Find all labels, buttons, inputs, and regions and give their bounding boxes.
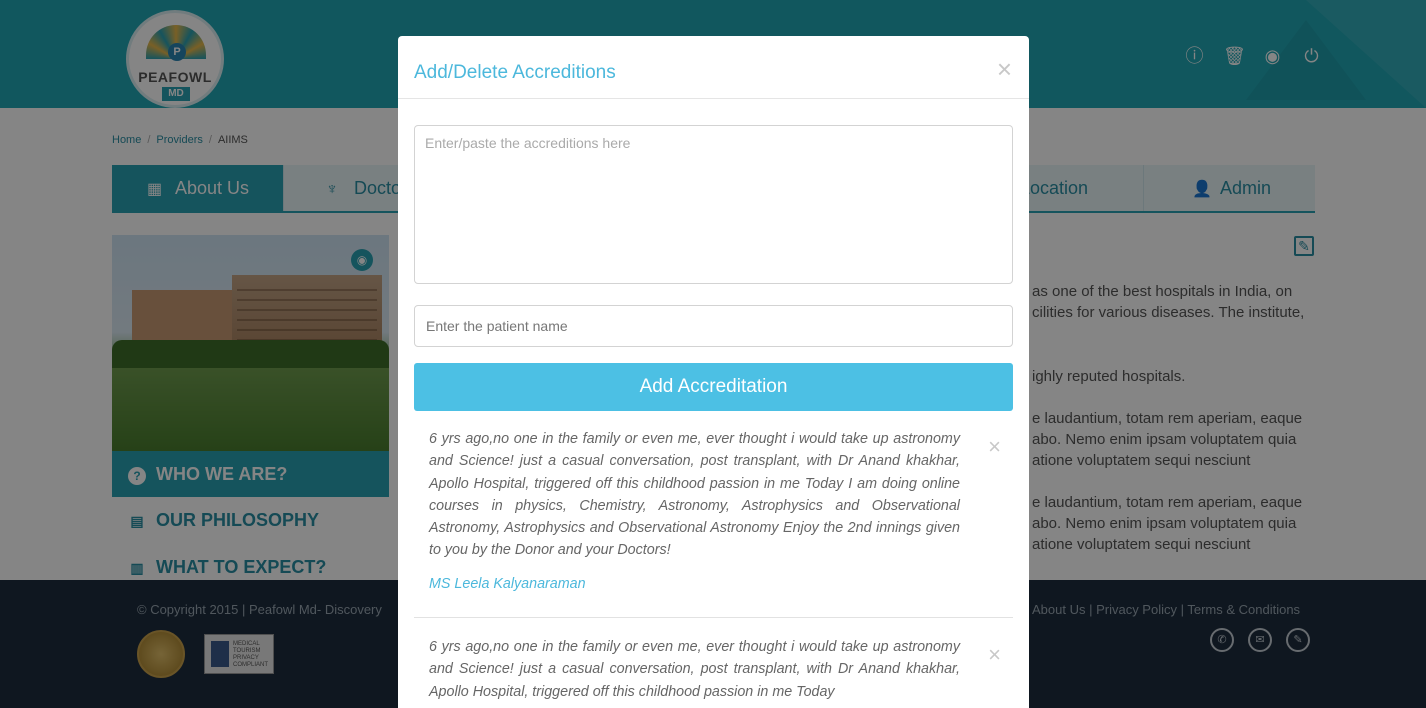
- delete-accreditation-icon[interactable]: ×: [988, 436, 1001, 458]
- close-icon[interactable]: ×: [997, 56, 1012, 82]
- modal-header: Add/Delete Accreditions ×: [398, 36, 1029, 99]
- accreditations-modal: Add/Delete Accreditions × Add Accreditat…: [398, 36, 1029, 708]
- accreditions-textarea[interactable]: [414, 125, 1013, 284]
- patient-name-input[interactable]: [414, 305, 1013, 347]
- accreditation-entry: 6 yrs ago,no one in the family or even m…: [414, 636, 1013, 708]
- accreditation-author: MS Leela Kalyanaraman: [429, 576, 586, 592]
- delete-accreditation-icon[interactable]: ×: [988, 644, 1001, 666]
- accreditation-text: 6 yrs ago,no one in the family or even m…: [429, 431, 960, 559]
- add-accreditation-button[interactable]: Add Accreditation: [414, 363, 1013, 411]
- modal-title: Add/Delete Accreditions: [414, 62, 616, 83]
- accreditation-text: 6 yrs ago,no one in the family or even m…: [429, 639, 960, 700]
- accreditation-entry: 6 yrs ago,no one in the family or even m…: [414, 428, 1013, 618]
